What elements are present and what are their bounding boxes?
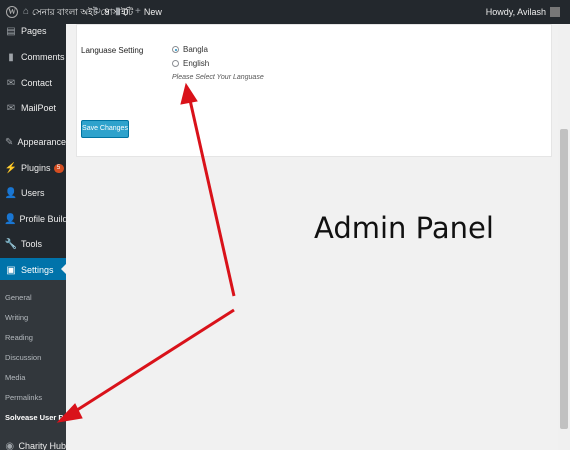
pages-icon: ▤ [6, 25, 16, 37]
sidebar-item-contact[interactable]: ✉ Contact [0, 72, 66, 94]
sidebar-item-pages[interactable]: ▤ Pages [0, 24, 66, 42]
updates-icon: ↻ [93, 6, 102, 17]
comments-icon: ▮ [8, 51, 14, 63]
radio-button-bangla[interactable] [172, 46, 179, 53]
sidebar-item-label: Appearance [17, 137, 66, 147]
sidebar-item-label: Contact [21, 78, 53, 88]
charity-hub-icon: ◉ [5, 440, 15, 450]
comment-bubble-icon: ▮ [115, 6, 121, 17]
sidebar-item-label: Pages [21, 26, 47, 36]
contact-icon: ✉ [6, 77, 16, 89]
settings-submenu: General Writing Reading Discussion Media… [0, 280, 66, 450]
new-content-link[interactable]: + New [135, 0, 162, 24]
submenu-item-solvease-user-profile[interactable]: Solvease User Profile [5, 413, 66, 422]
sidebar-item-label: Comments [21, 52, 65, 62]
submenu-item-discussion[interactable]: Discussion [5, 353, 41, 362]
avatar [550, 7, 560, 17]
sidebar-item-label: Plugins [21, 163, 51, 173]
account-menu[interactable]: Howdy, Avilash [486, 0, 560, 24]
updates-count: 9 [104, 7, 110, 17]
sidebar-item-mailpoet[interactable]: ✉ MailPoet [0, 97, 66, 119]
scrollbar-thumb[interactable] [560, 129, 568, 429]
new-label: New [143, 7, 162, 17]
home-icon: ⌂ [23, 6, 30, 17]
sidebar-item-profile-builder[interactable]: 👤 Profile Builder [0, 208, 66, 230]
comments-count: 0 [123, 7, 129, 17]
submenu-item-reading[interactable]: Reading [5, 333, 33, 342]
radio-button-english[interactable] [172, 60, 179, 67]
sidebar-item-label: Tools [21, 239, 43, 249]
admin-panel-annotation: Admin Panel [314, 211, 494, 245]
wordpress-icon: W [6, 6, 18, 18]
plus-icon: + [135, 6, 141, 17]
wordpress-logo[interactable]: W [4, 0, 20, 24]
sidebar-item-label: Charity Hub [18, 441, 66, 450]
save-changes-button[interactable]: Save Changes [81, 120, 129, 138]
submenu-item-writing[interactable]: Writing [5, 313, 28, 322]
tools-icon: 🔧 [4, 238, 18, 250]
appearance-icon: ✎ [5, 136, 14, 148]
sidebar-item-settings[interactable]: ▣ Settings [0, 258, 66, 282]
comments-link[interactable]: ▮ 0 [115, 0, 129, 24]
arrow-to-solvease-menu [73, 308, 235, 414]
radio-label-bangla: Bangla [183, 45, 208, 54]
mailpoet-icon: ✉ [6, 102, 16, 114]
sidebar-item-label: Profile Builder [19, 214, 66, 224]
sidebar-item-comments[interactable]: ▮ Comments [0, 46, 66, 68]
sidebar-item-label: MailPoet [21, 103, 57, 113]
settings-card: Languase Setting Bangla English Please S… [76, 24, 552, 157]
admin-bar: W ⌂ সেনার বাংলা অইট সোসাইটি ↻ 9 ▮ 0 + Ne… [0, 0, 570, 24]
plugins-icon: ⚡ [4, 162, 18, 174]
language-help-text: Please Select Your Languase [172, 74, 264, 81]
sidebar-item-appearance[interactable]: ✎ Appearance [0, 131, 66, 153]
language-setting-label: Languase Setting [81, 46, 144, 55]
sidebar-item-label: Settings [21, 265, 54, 275]
sidebar-item-charity-hub[interactable]: ◉ Charity Hub [0, 435, 66, 450]
sidebar-item-tools[interactable]: 🔧 Tools [0, 233, 66, 255]
scrollbar[interactable] [558, 24, 570, 450]
sidebar-item-label: Users [21, 188, 45, 198]
settings-icon: ▣ [6, 264, 16, 276]
submenu-item-general[interactable]: General [5, 293, 32, 302]
plugins-update-badge: 5 [53, 163, 64, 173]
admin-sidebar: ▤ Pages ▮ Comments ✉ Contact ✉ MailPoet … [0, 24, 66, 450]
sidebar-item-plugins[interactable]: ⚡ Plugins 5 [0, 157, 66, 179]
profile-builder-icon: 👤 [4, 213, 17, 225]
radio-option-english[interactable]: English [172, 59, 209, 68]
radio-option-bangla[interactable]: Bangla [172, 45, 208, 54]
submenu-item-permalinks[interactable]: Permalinks [5, 393, 42, 402]
sidebar-item-users[interactable]: 👤 Users [0, 182, 66, 204]
submenu-item-media[interactable]: Media [5, 373, 25, 382]
updates-link[interactable]: ↻ 9 [93, 0, 109, 24]
howdy-text: Howdy, Avilash [485, 7, 546, 17]
users-icon: 👤 [4, 187, 18, 199]
radio-label-english: English [183, 59, 210, 68]
